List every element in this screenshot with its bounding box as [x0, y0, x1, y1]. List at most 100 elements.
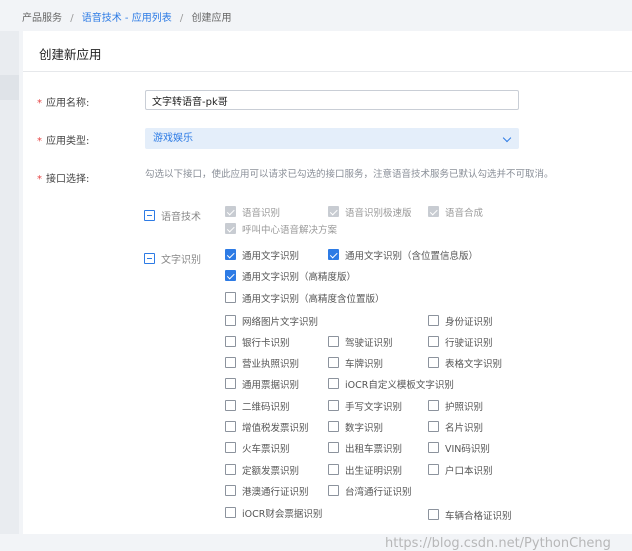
option-label: iOCR自定义模板文字识别 — [345, 380, 454, 391]
option-ocr-17[interactable]: 增值税发票识别 — [225, 420, 309, 434]
unchecked-checkbox-icon[interactable] — [328, 464, 339, 475]
unchecked-checkbox-icon[interactable] — [428, 421, 439, 432]
option-label: iOCR财会票据识别 — [242, 509, 323, 520]
unchecked-checkbox-icon[interactable] — [428, 400, 439, 411]
option-ocr-27[interactable]: 台湾通行证识别 — [328, 484, 412, 498]
option-label: 网络图片文字识别 — [242, 317, 319, 328]
option-label: 银行卡识别 — [242, 338, 290, 349]
unchecked-checkbox-icon[interactable] — [225, 336, 236, 347]
option-label: 二维码识别 — [242, 402, 290, 413]
option-ocr-26[interactable]: 港澳通行证识别 — [225, 484, 309, 498]
option-ocr-25[interactable]: 户口本识别 — [428, 463, 493, 477]
option-label: 手写文字识别 — [345, 402, 403, 413]
option-ocr-5[interactable]: 身份证识别 — [428, 314, 493, 328]
unchecked-checkbox-icon[interactable] — [328, 442, 339, 453]
option-ocr-6[interactable]: 银行卡识别 — [225, 335, 290, 349]
unchecked-checkbox-icon[interactable] — [225, 357, 236, 368]
breadcrumb-app-list[interactable]: 语音技术 - 应用列表 — [82, 13, 172, 24]
option-ocr-7[interactable]: 驾驶证识别 — [328, 335, 393, 349]
app-type-select[interactable]: 游戏娱乐 — [145, 128, 519, 149]
option-ocr-29[interactable]: 车辆合格证识别 — [428, 508, 512, 522]
chevron-down-icon — [502, 133, 512, 143]
unchecked-checkbox-icon[interactable] — [428, 464, 439, 475]
option-ocr-12[interactable]: 通用票据识别 — [225, 377, 299, 391]
option-ocr-3[interactable]: 通用文字识别（高精度含位置版） — [225, 291, 385, 305]
option-label: 语音识别极速版 — [345, 208, 412, 219]
option-ocr-0[interactable]: 通用文字识别 — [225, 248, 299, 262]
unchecked-checkbox-icon[interactable] — [225, 378, 236, 389]
minus-checkbox-icon[interactable] — [144, 210, 155, 221]
group-ocr[interactable]: 文字识别 — [144, 251, 201, 266]
interfaces-label: * 接口选择: — [37, 174, 90, 185]
option-label: 身份证识别 — [445, 317, 493, 328]
unchecked-checkbox-icon[interactable] — [328, 378, 339, 389]
option-speech-2: 语音合成 — [428, 205, 483, 219]
app-name-input[interactable] — [145, 90, 519, 110]
unchecked-checkbox-icon[interactable] — [225, 507, 236, 518]
option-ocr-11[interactable]: 表格文字识别 — [428, 356, 502, 370]
checked-checkbox-icon — [225, 206, 236, 217]
checked-checkbox-icon[interactable] — [225, 249, 236, 260]
breadcrumb-products[interactable]: 产品服务 — [22, 13, 62, 24]
option-ocr-13[interactable]: iOCR自定义模板文字识别 — [328, 377, 454, 391]
checked-checkbox-icon[interactable] — [225, 270, 236, 281]
option-ocr-21[interactable]: 出租车票识别 — [328, 441, 402, 455]
unchecked-checkbox-icon[interactable] — [225, 442, 236, 453]
option-ocr-16[interactable]: 护照识别 — [428, 399, 483, 413]
option-ocr-1[interactable]: 通用文字识别（含位置信息版） — [328, 248, 478, 262]
unchecked-checkbox-icon[interactable] — [428, 336, 439, 347]
option-ocr-28[interactable]: iOCR财会票据识别 — [225, 506, 322, 520]
option-label: VIN码识别 — [445, 444, 490, 455]
watermark: https://blog.csdn.net/PythonCheng — [385, 536, 611, 551]
unchecked-checkbox-icon[interactable] — [328, 336, 339, 347]
unchecked-checkbox-icon[interactable] — [428, 442, 439, 453]
option-label: 驾驶证识别 — [345, 338, 393, 349]
option-label: 护照识别 — [445, 402, 484, 413]
option-ocr-10[interactable]: 车牌识别 — [328, 356, 383, 370]
unchecked-checkbox-icon[interactable] — [225, 485, 236, 496]
option-label: 车辆合格证识别 — [445, 511, 512, 522]
option-label: 台湾通行证识别 — [345, 487, 412, 498]
minus-checkbox-icon[interactable] — [144, 253, 155, 264]
unchecked-checkbox-icon[interactable] — [328, 421, 339, 432]
option-label: 名片识别 — [445, 423, 484, 434]
unchecked-checkbox-icon[interactable] — [328, 400, 339, 411]
option-ocr-22[interactable]: VIN码识别 — [428, 441, 490, 455]
unchecked-checkbox-icon[interactable] — [428, 315, 439, 326]
interfaces-hint: 勾选以下接口，使此应用可以请求已勾选的接口服务，注意语音技术服务已默认勾选并不可… — [145, 169, 554, 180]
option-label: 呼叫中心语音解决方案 — [242, 225, 338, 236]
sidebar-strip — [0, 31, 19, 534]
unchecked-checkbox-icon[interactable] — [225, 464, 236, 475]
option-ocr-19[interactable]: 名片识别 — [428, 420, 483, 434]
unchecked-checkbox-icon[interactable] — [225, 292, 236, 303]
checked-checkbox-icon[interactable] — [328, 249, 339, 260]
option-ocr-18[interactable]: 数字识别 — [328, 420, 383, 434]
app-type-value: 游戏娱乐 — [153, 133, 193, 144]
required-mark: * — [37, 98, 42, 109]
unchecked-checkbox-icon[interactable] — [225, 400, 236, 411]
page-title: 创建新应用 — [39, 47, 102, 62]
unchecked-checkbox-icon[interactable] — [428, 357, 439, 368]
unchecked-checkbox-icon[interactable] — [225, 315, 236, 326]
breadcrumb: 产品服务 / 语音技术 - 应用列表 / 创建应用 — [22, 9, 231, 24]
unchecked-checkbox-icon[interactable] — [328, 357, 339, 368]
option-ocr-2[interactable]: 通用文字识别（高精度版） — [225, 269, 356, 283]
option-label: 数字识别 — [345, 423, 384, 434]
option-ocr-4[interactable]: 网络图片文字识别 — [225, 314, 318, 328]
unchecked-checkbox-icon[interactable] — [428, 509, 439, 520]
unchecked-checkbox-icon[interactable] — [328, 485, 339, 496]
option-ocr-23[interactable]: 定额发票识别 — [225, 463, 299, 477]
option-label: 通用票据识别 — [242, 380, 300, 391]
group-speech[interactable]: 语音技术 — [144, 208, 201, 223]
option-ocr-8[interactable]: 行驶证识别 — [428, 335, 493, 349]
option-label: 火车票识别 — [242, 444, 290, 455]
unchecked-checkbox-icon[interactable] — [225, 421, 236, 432]
option-ocr-20[interactable]: 火车票识别 — [225, 441, 290, 455]
option-ocr-14[interactable]: 二维码识别 — [225, 399, 290, 413]
option-ocr-24[interactable]: 出生证明识别 — [328, 463, 402, 477]
option-label: 车牌识别 — [345, 359, 384, 370]
option-ocr-15[interactable]: 手写文字识别 — [328, 399, 402, 413]
option-label: 港澳通行证识别 — [242, 487, 309, 498]
option-ocr-9[interactable]: 营业执照识别 — [225, 356, 299, 370]
option-label: 出租车票识别 — [345, 444, 403, 455]
